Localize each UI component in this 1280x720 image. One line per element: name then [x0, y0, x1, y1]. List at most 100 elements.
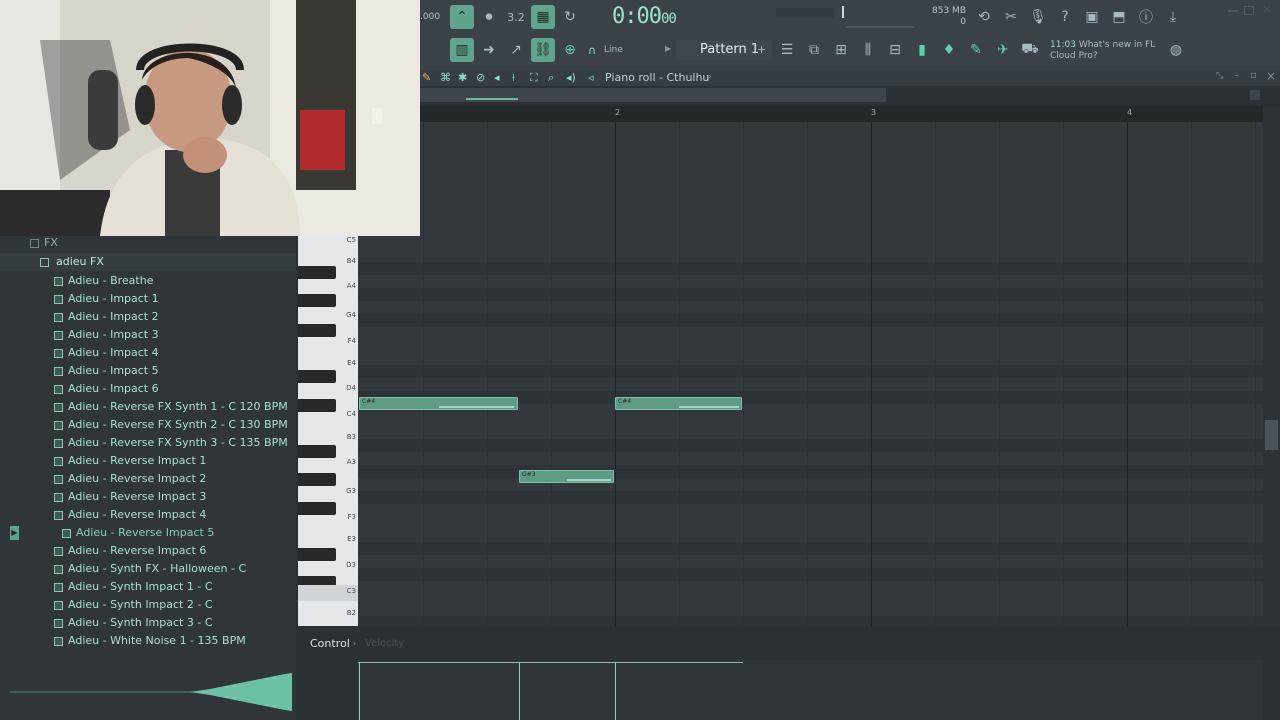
browser-item[interactable]: Adieu - Impact 6: [0, 380, 296, 398]
browser-item[interactable]: Adieu - Synth Impact 1 - C: [0, 578, 296, 596]
delete-tool-icon[interactable]: ✱: [458, 71, 467, 84]
channel-icon[interactable]: ⊟: [883, 38, 907, 62]
help-icon[interactable]: ?: [1053, 5, 1077, 29]
link-icon[interactable]: ⛓: [531, 38, 555, 62]
browser-item[interactable]: Adieu - Impact 5: [0, 362, 296, 380]
velocity-pane[interactable]: [358, 660, 1263, 720]
add-pattern-icon[interactable]: +: [757, 43, 766, 56]
piano-roll-title[interactable]: Piano roll - Cthulhu: [605, 71, 709, 84]
download-icon[interactable]: ⤓: [1161, 5, 1185, 29]
piano-roll-view-icon[interactable]: ▥: [450, 38, 474, 62]
pr-maximize-icon[interactable]: ▫: [1250, 70, 1257, 81]
control-menu[interactable]: Control: [310, 637, 350, 650]
pr-close-icon[interactable]: ×: [1266, 69, 1276, 83]
channel-rack-icon[interactable]: ⊞: [829, 38, 853, 62]
browser-item[interactable]: Adieu - White Noise 1 - 135 BPM: [0, 632, 296, 650]
step-edit-icon[interactable]: ▦: [531, 5, 555, 29]
piano-keyboard[interactable]: C5 B4 A4 G4 F4 E4 D4 C4 B3 A3 G3 F3 E3 D…: [298, 236, 358, 626]
master-volume-slider[interactable]: [842, 6, 844, 18]
arrow-right-icon[interactable]: ➜: [477, 38, 501, 62]
velocity-label[interactable]: Velocity: [365, 638, 404, 649]
mixer-icon[interactable]: ⫼: [856, 38, 880, 62]
microphone-icon[interactable]: 🎙: [1026, 5, 1050, 29]
browser-item[interactable]: Adieu - Breathe: [0, 272, 296, 290]
browser-item[interactable]: Adieu - Impact 1: [0, 290, 296, 308]
play-pattern-icon[interactable]: ▶: [665, 44, 671, 53]
slide-icon[interactable]: ↗: [504, 38, 528, 62]
browser-item[interactable]: Adieu - Reverse Impact 2: [0, 470, 296, 488]
metronome-icon[interactable]: ⌃: [450, 5, 474, 29]
browser-item[interactable]: Adieu - Synth Impact 3 - C: [0, 614, 296, 632]
folder-fx[interactable]: FX: [0, 234, 296, 252]
countdown-icon[interactable]: 3.2: [504, 5, 528, 29]
browser-item[interactable]: Adieu - Reverse Impact 3: [0, 488, 296, 506]
maximize-icon[interactable]: [1244, 6, 1254, 15]
browser-item[interactable]: Adieu - Synth FX - Halloween - C: [0, 560, 296, 578]
loop-record-icon[interactable]: ↻: [558, 5, 582, 29]
chevron-right-icon[interactable]: ›: [708, 72, 712, 82]
browser-item[interactable]: Adieu - Reverse FX Synth 3 - C 135 BPM: [0, 434, 296, 452]
velocity-bar[interactable]: [359, 662, 360, 720]
browser-item[interactable]: Adieu - Reverse Impact 5: [0, 524, 296, 542]
song-time-display[interactable]: 0:0000: [612, 4, 677, 29]
select-tool-icon[interactable]: ⛶: [530, 71, 538, 85]
cart-icon[interactable]: ⛟: [1018, 38, 1042, 62]
scroll-thumb[interactable]: [466, 98, 518, 100]
note-c#4-1[interactable]: C#4: [359, 397, 518, 410]
pr-minimize-icon[interactable]: –: [1234, 70, 1239, 81]
tools-icon[interactable]: ✎: [964, 38, 988, 62]
mute-tool-icon[interactable]: ⊘: [476, 71, 485, 84]
browser-item[interactable]: Adieu - Reverse Impact 1: [0, 452, 296, 470]
slice-tool-icon[interactable]: ⟊: [512, 71, 515, 85]
undo-icon[interactable]: ⟲: [972, 5, 996, 29]
wait-record-icon[interactable]: ⏺: [477, 5, 501, 29]
stamp-icon[interactable]: ⊕: [558, 38, 582, 62]
vertical-scrollbar[interactable]: [1263, 106, 1280, 626]
piano-roll-icon[interactable]: ⧉: [802, 38, 826, 62]
browser-item[interactable]: Adieu - Reverse Impact 4: [0, 506, 296, 524]
pencil-icon[interactable]: ✎: [422, 71, 431, 84]
waveform-preview: [10, 673, 292, 711]
send-icon[interactable]: ✈: [991, 38, 1015, 62]
horizontal-scrollbar[interactable]: [420, 88, 886, 102]
velocity-bar[interactable]: [615, 662, 616, 720]
magnet-icon[interactable]: ∩: [588, 44, 596, 57]
browser-item[interactable]: Adieu - Reverse FX Synth 1 - C 120 BPM: [0, 398, 296, 416]
news-panel[interactable]: 11:03 What's new in FL Cloud Pro?: [1050, 40, 1155, 62]
detach-icon[interactable]: ⤡: [1216, 71, 1223, 81]
browser-item[interactable]: Adieu - Impact 4: [0, 344, 296, 362]
info-icon[interactable]: ⓘ: [1134, 5, 1158, 29]
plugin-icon[interactable]: ♦: [937, 38, 961, 62]
velocity-bar[interactable]: [519, 662, 520, 720]
zoom-tool-icon[interactable]: ⌕: [548, 71, 554, 85]
playback-tool-icon[interactable]: ◂): [566, 71, 576, 84]
event-editor-bar: Control › Velocity: [298, 632, 1280, 656]
tempo-readout[interactable]: .000: [420, 12, 440, 22]
browser-item[interactable]: Adieu - Reverse Impact 6: [0, 542, 296, 560]
vscroll-thumb[interactable]: [1265, 420, 1278, 450]
timeline-ruler[interactable]: 2 3 4: [420, 106, 1263, 122]
browser-item[interactable]: Adieu - Impact 2: [0, 308, 296, 326]
browser-item[interactable]: Adieu - Impact 3: [0, 326, 296, 344]
preview-play-icon[interactable]: ▶: [10, 526, 19, 540]
close-icon[interactable]: ×: [1262, 2, 1272, 16]
save-icon[interactable]: ▣: [1080, 5, 1104, 29]
globe-icon[interactable]: ◍: [1164, 38, 1188, 62]
cut-icon[interactable]: ✂: [999, 5, 1023, 29]
note-grid[interactable]: C#4 C#4 G#3: [358, 122, 1263, 626]
speaker-icon[interactable]: ◃: [588, 71, 594, 84]
minimize-icon[interactable]: [1228, 10, 1238, 12]
playlist-icon[interactable]: ☰: [775, 38, 799, 62]
slip-tool-icon[interactable]: ◂: [494, 71, 500, 84]
browser-item-label: Adieu - Impact 1: [68, 292, 159, 305]
note-c#4-2[interactable]: C#4: [615, 397, 742, 410]
folder-adieu-fx[interactable]: adieu FX: [0, 253, 296, 271]
brush-icon[interactable]: ⌘: [440, 71, 451, 84]
browser-item[interactable]: Adieu - Reverse FX Synth 2 - C 130 BPM: [0, 416, 296, 434]
master-pitch-slider[interactable]: [845, 26, 915, 28]
browser-item[interactable]: Adieu - Synth Impact 2 - C: [0, 596, 296, 614]
browser-icon[interactable]: ▮: [910, 38, 934, 62]
render-icon[interactable]: ⬒: [1107, 5, 1131, 29]
note-g#3[interactable]: G#3: [519, 470, 614, 483]
snap-select[interactable]: Line: [598, 41, 658, 59]
